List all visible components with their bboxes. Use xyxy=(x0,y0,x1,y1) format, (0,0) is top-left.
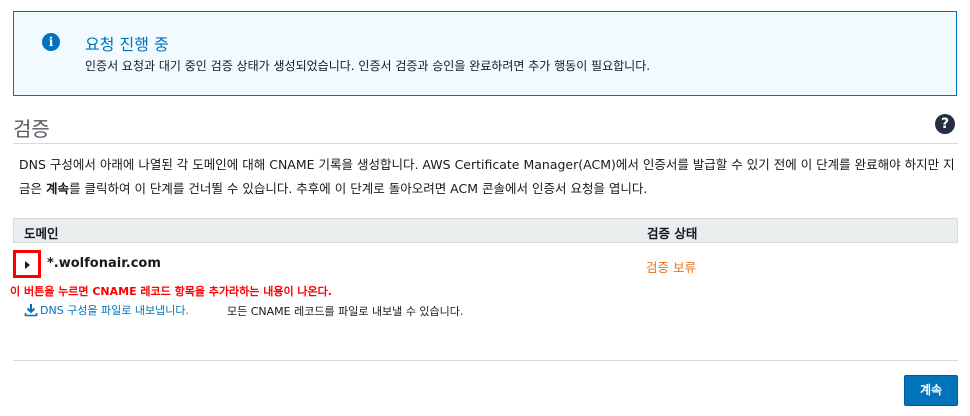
column-header-domain: 도메인 xyxy=(24,226,59,241)
status-badge: 검증 보류 xyxy=(646,260,696,275)
continue-button[interactable]: 계속 xyxy=(904,375,958,406)
expand-row-button[interactable] xyxy=(13,250,41,278)
description: DNS 구성에서 아래에 나열된 각 도메인에 대해 CNAME 기록을 생성합… xyxy=(19,153,959,201)
export-link-label: DNS 구성을 파일로 내보냅니다. xyxy=(40,304,189,317)
export-description: 모든 CNAME 레코드를 파일로 내보낼 수 있습니다. xyxy=(227,305,464,318)
download-icon xyxy=(24,304,38,317)
footer-divider xyxy=(13,360,958,361)
info-text: 인증서 요청과 대기 중인 검증 상태가 생성되었습니다. 인증서 검증과 승인… xyxy=(85,59,651,73)
table-header: 도메인 검증 상태 xyxy=(13,218,958,243)
help-icon[interactable]: ? xyxy=(935,114,955,134)
annotation-text: 이 버튼을 누르면 CNAME 레코드 항목을 추가라하는 내용이 나온다. xyxy=(10,285,332,298)
caret-right-icon xyxy=(25,261,30,269)
description-bold: 계속 xyxy=(45,181,69,196)
info-alert: i 요청 진행 중 인증서 요청과 대기 중인 검증 상태가 생성되었습니다. … xyxy=(13,11,957,96)
domain-name: *.wolfonair.com xyxy=(47,256,161,271)
info-icon: i xyxy=(42,33,60,51)
info-title: 요청 진행 중 xyxy=(85,35,169,54)
section-title: 검증 xyxy=(13,117,50,141)
divider xyxy=(13,143,958,144)
export-dns-link[interactable]: DNS 구성을 파일로 내보냅니다. xyxy=(24,302,189,318)
column-header-status: 검증 상태 xyxy=(647,226,698,241)
description-text-2: 를 클릭하여 이 단계를 건너뛸 수 있습니다. 추후에 이 단계로 돌아오려면… xyxy=(69,181,648,196)
